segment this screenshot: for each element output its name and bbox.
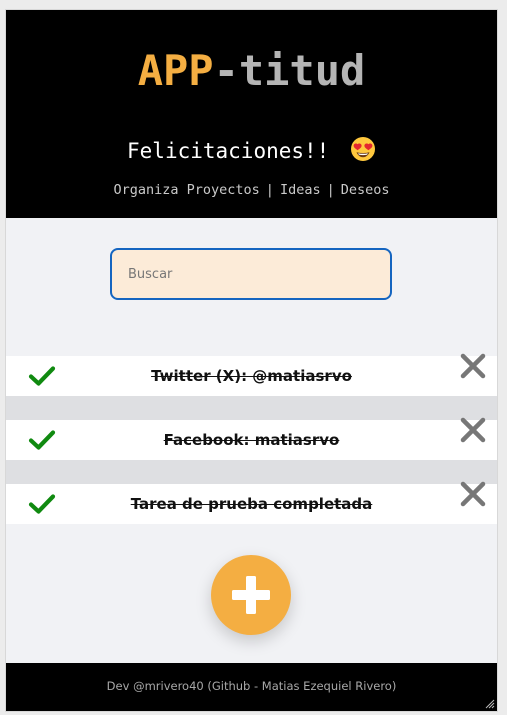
resize-handle-icon[interactable] [483, 697, 495, 709]
heart-eyes-emoji-icon [350, 137, 375, 161]
nav-separator: | [265, 182, 274, 198]
congrats-text: Felicitaciones!! [127, 139, 330, 163]
task-row: Twitter (X): @matiasrvo [6, 356, 497, 396]
nav-link-ideas[interactable]: Ideas [280, 182, 321, 198]
nav-link-deseos[interactable]: Deseos [341, 182, 390, 198]
task-text: Twitter (X): @matiasrvo [151, 367, 352, 385]
app-window: APP-titud Felicitaciones!! Organiza Proy… [6, 10, 497, 711]
app-title-primary: APP [137, 46, 214, 95]
app-title: APP-titud [6, 47, 497, 95]
task-divider [6, 396, 497, 420]
header: APP-titud Felicitaciones!! Organiza Proy… [6, 10, 497, 218]
task-text: Tarea de prueba completada [130, 495, 373, 513]
footer-credit: Dev @mrivero40 (Github - Matias Ezequiel… [106, 679, 397, 693]
search-input[interactable] [110, 248, 392, 300]
task-row: Facebook: matiasrvo [6, 420, 497, 460]
footer: Dev @mrivero40 (Github - Matias Ezequiel… [6, 663, 497, 711]
nav-link-proyectos[interactable]: Organiza Proyectos [113, 182, 259, 198]
app-title-secondary: -titud [213, 46, 366, 95]
check-icon[interactable] [28, 365, 56, 387]
plus-icon [232, 576, 270, 614]
check-icon[interactable] [28, 493, 56, 515]
task-text: Facebook: matiasrvo [163, 431, 340, 449]
check-icon[interactable] [28, 429, 56, 451]
task-divider [6, 460, 497, 484]
congrats-message: Felicitaciones!! [6, 136, 497, 165]
nav-separator: | [326, 182, 335, 198]
delete-icon[interactable] [460, 417, 486, 443]
header-nav: Organiza Proyectos | Ideas | Deseos [6, 180, 497, 200]
delete-icon[interactable] [460, 481, 486, 507]
add-task-button[interactable] [211, 555, 291, 635]
delete-icon[interactable] [460, 353, 486, 379]
task-row: Tarea de prueba completada [6, 484, 497, 524]
